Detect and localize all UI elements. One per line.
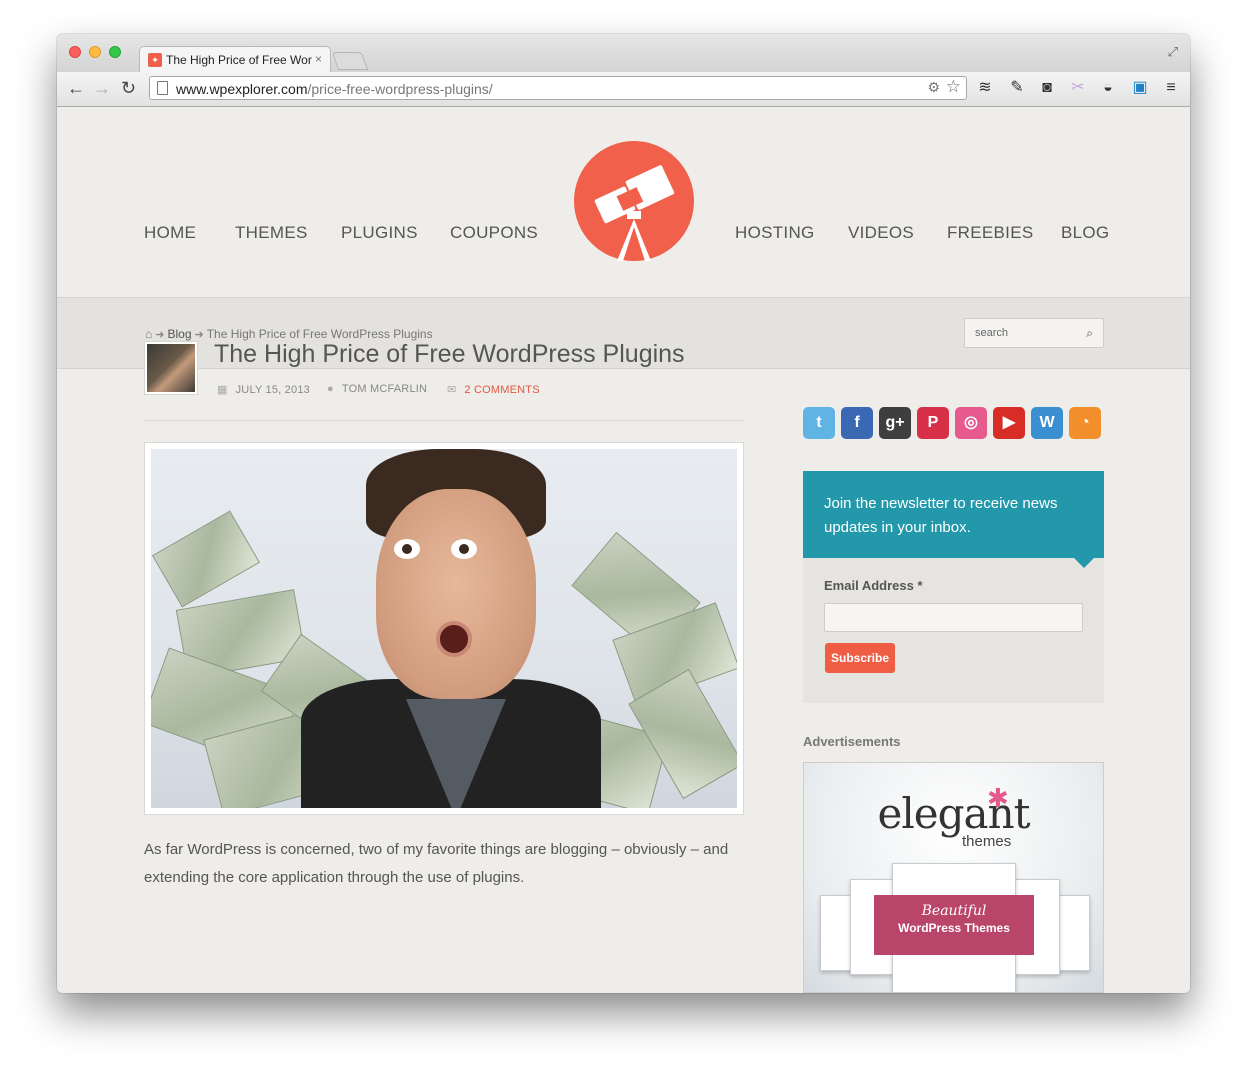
forward-icon[interactable]: → [93, 78, 111, 99]
nav-blog[interactable]: BLOG [1061, 223, 1109, 243]
email-label: Email Address * [824, 578, 923, 593]
arrow-right-icon: ➜ [194, 329, 204, 341]
fullscreen-icon[interactable]: ⤢ [1168, 44, 1178, 60]
address-bar[interactable]: www.wpexplorer.com/price-free-wordpress-… [149, 76, 967, 100]
minimize-window-button[interactable] [89, 46, 101, 58]
featured-image [144, 442, 744, 815]
home-icon[interactable]: ⌂ [145, 327, 152, 341]
newsletter-widget: Join the newsletter to receive news upda… [803, 471, 1104, 703]
browser-window: ✦ The High Price of Free Wor × ⤢ ← → ↻ w… [57, 34, 1190, 993]
wrench-icon[interactable]: ✎ [1007, 78, 1027, 98]
reload-icon[interactable]: ↻ [121, 78, 136, 99]
tab-title: The High Price of Free Wor [166, 53, 312, 67]
zoom-window-button[interactable] [109, 46, 121, 58]
elegant-themes-ad[interactable]: elegant ✱ themes Beautiful WordPress The… [803, 762, 1104, 993]
divider [144, 420, 744, 421]
new-tab-button[interactable] [331, 52, 369, 70]
site-header: HOME THEMES PLUGINS COUPONS HOSTING VIDE… [57, 107, 1190, 297]
ghostery-icon[interactable]: ◒ [1098, 78, 1118, 98]
pinterest-icon[interactable]: P [917, 407, 949, 439]
wordpress-icon[interactable]: W [1031, 407, 1063, 439]
web-page: HOME THEMES PLUGINS COUPONS HOSTING VIDE… [57, 107, 1190, 993]
nav-hosting[interactable]: HOSTING [735, 223, 815, 243]
ad-ribbon: Beautiful WordPress Themes [874, 895, 1034, 955]
browser-toolbar: ← → ↻ www.wpexplorer.com/price-free-word… [57, 72, 1190, 107]
newsletter-heading: Join the newsletter to receive news upda… [824, 495, 1058, 536]
bookmark-star-icon[interactable]: ☆ [946, 77, 961, 97]
twitter-icon[interactable]: t [803, 407, 835, 439]
email-field[interactable] [824, 603, 1083, 632]
author-avatar[interactable] [144, 341, 198, 395]
newsletter-arrow [1074, 558, 1094, 568]
nav-plugins[interactable]: PLUGINS [341, 223, 418, 243]
nav-freebies[interactable]: FREEBIES [947, 223, 1033, 243]
screen-capture-icon[interactable]: ▣ [1130, 78, 1150, 98]
calendar-icon: ▦ [217, 384, 228, 396]
asterisk-icon: ✱ [987, 783, 1009, 813]
post-comments: ✉ 2 COMMENTS [447, 383, 540, 396]
subscribe-button[interactable]: Subscribe [825, 643, 895, 673]
breadcrumb-current: The High Price of Free WordPress Plugins [206, 327, 433, 341]
url-text[interactable]: www.wpexplorer.com/price-free-wordpress-… [176, 81, 493, 97]
facebook-icon[interactable]: f [841, 407, 873, 439]
nav-home[interactable]: HOME [144, 223, 196, 243]
post-body: As far WordPress is concerned, two of my… [144, 841, 729, 886]
advertisements-label: Advertisements [803, 734, 901, 749]
dribbble-icon[interactable]: ◎ [955, 407, 987, 439]
comment-icon: ✉ [447, 384, 457, 396]
ad-ribbon-line1: Beautiful [921, 903, 987, 919]
pocket-icon[interactable]: ◙ [1037, 78, 1057, 98]
ad-subtitle: themes [962, 833, 1012, 850]
tab-close-icon[interactable]: × [315, 52, 322, 66]
back-icon[interactable]: ← [67, 78, 85, 99]
youtube-icon[interactable]: ▶ [993, 407, 1025, 439]
site-logo[interactable] [574, 141, 694, 261]
buffer-icon[interactable]: ≋ [975, 78, 995, 98]
post-date-text: JULY 15, 2013 [235, 384, 310, 396]
nav-coupons[interactable]: COUPONS [450, 223, 538, 243]
extension-icon[interactable]: ✂ [1068, 78, 1088, 98]
search-input[interactable]: search ⌕ [964, 318, 1104, 348]
post-author: ● TOM MCFARLIN [327, 383, 427, 395]
post-title: The High Price of Free WordPress Plugins [214, 340, 685, 368]
page-icon [157, 81, 168, 95]
comments-link[interactable]: 2 COMMENTS [464, 384, 539, 396]
tab-bar: ✦ The High Price of Free Wor × ⤢ [57, 34, 1190, 73]
post-date: ▦ JULY 15, 2013 [217, 383, 310, 396]
ad-brand: elegant [877, 789, 1031, 838]
breadcrumb-blog-link[interactable]: Blog [167, 327, 191, 341]
post-author-text[interactable]: TOM MCFARLIN [342, 383, 427, 395]
telescope-icon [594, 165, 675, 261]
browser-tab[interactable]: ✦ The High Price of Free Wor × [139, 46, 331, 73]
rss-icon[interactable]: ◔ [1069, 407, 1101, 439]
ad-ribbon-line2: WordPress Themes [898, 921, 1010, 935]
menu-icon[interactable]: ≡ [1161, 78, 1181, 98]
newsletter-header: Join the newsletter to receive news upda… [803, 471, 1104, 558]
google-plus-icon[interactable]: g+ [879, 407, 911, 439]
nav-videos[interactable]: VIDEOS [848, 223, 914, 243]
money-man-photo [151, 449, 737, 808]
favicon-icon: ✦ [148, 53, 162, 67]
url-path: /price-free-wordpress-plugins/ [307, 81, 493, 97]
url-domain: www.wpexplorer.com [176, 81, 308, 97]
nav-themes[interactable]: THEMES [235, 223, 308, 243]
search-icon[interactable]: ⌕ [1086, 326, 1093, 341]
settings-gear-icon[interactable]: ⚙ [927, 79, 940, 96]
close-window-button[interactable] [69, 46, 81, 58]
arrow-right-icon: ➜ [155, 329, 165, 341]
breadcrumb: ⌂ ➜ Blog ➜ The High Price of Free WordPress … [145, 327, 433, 341]
search-placeholder: search [975, 327, 1009, 339]
user-icon: ● [327, 383, 334, 395]
